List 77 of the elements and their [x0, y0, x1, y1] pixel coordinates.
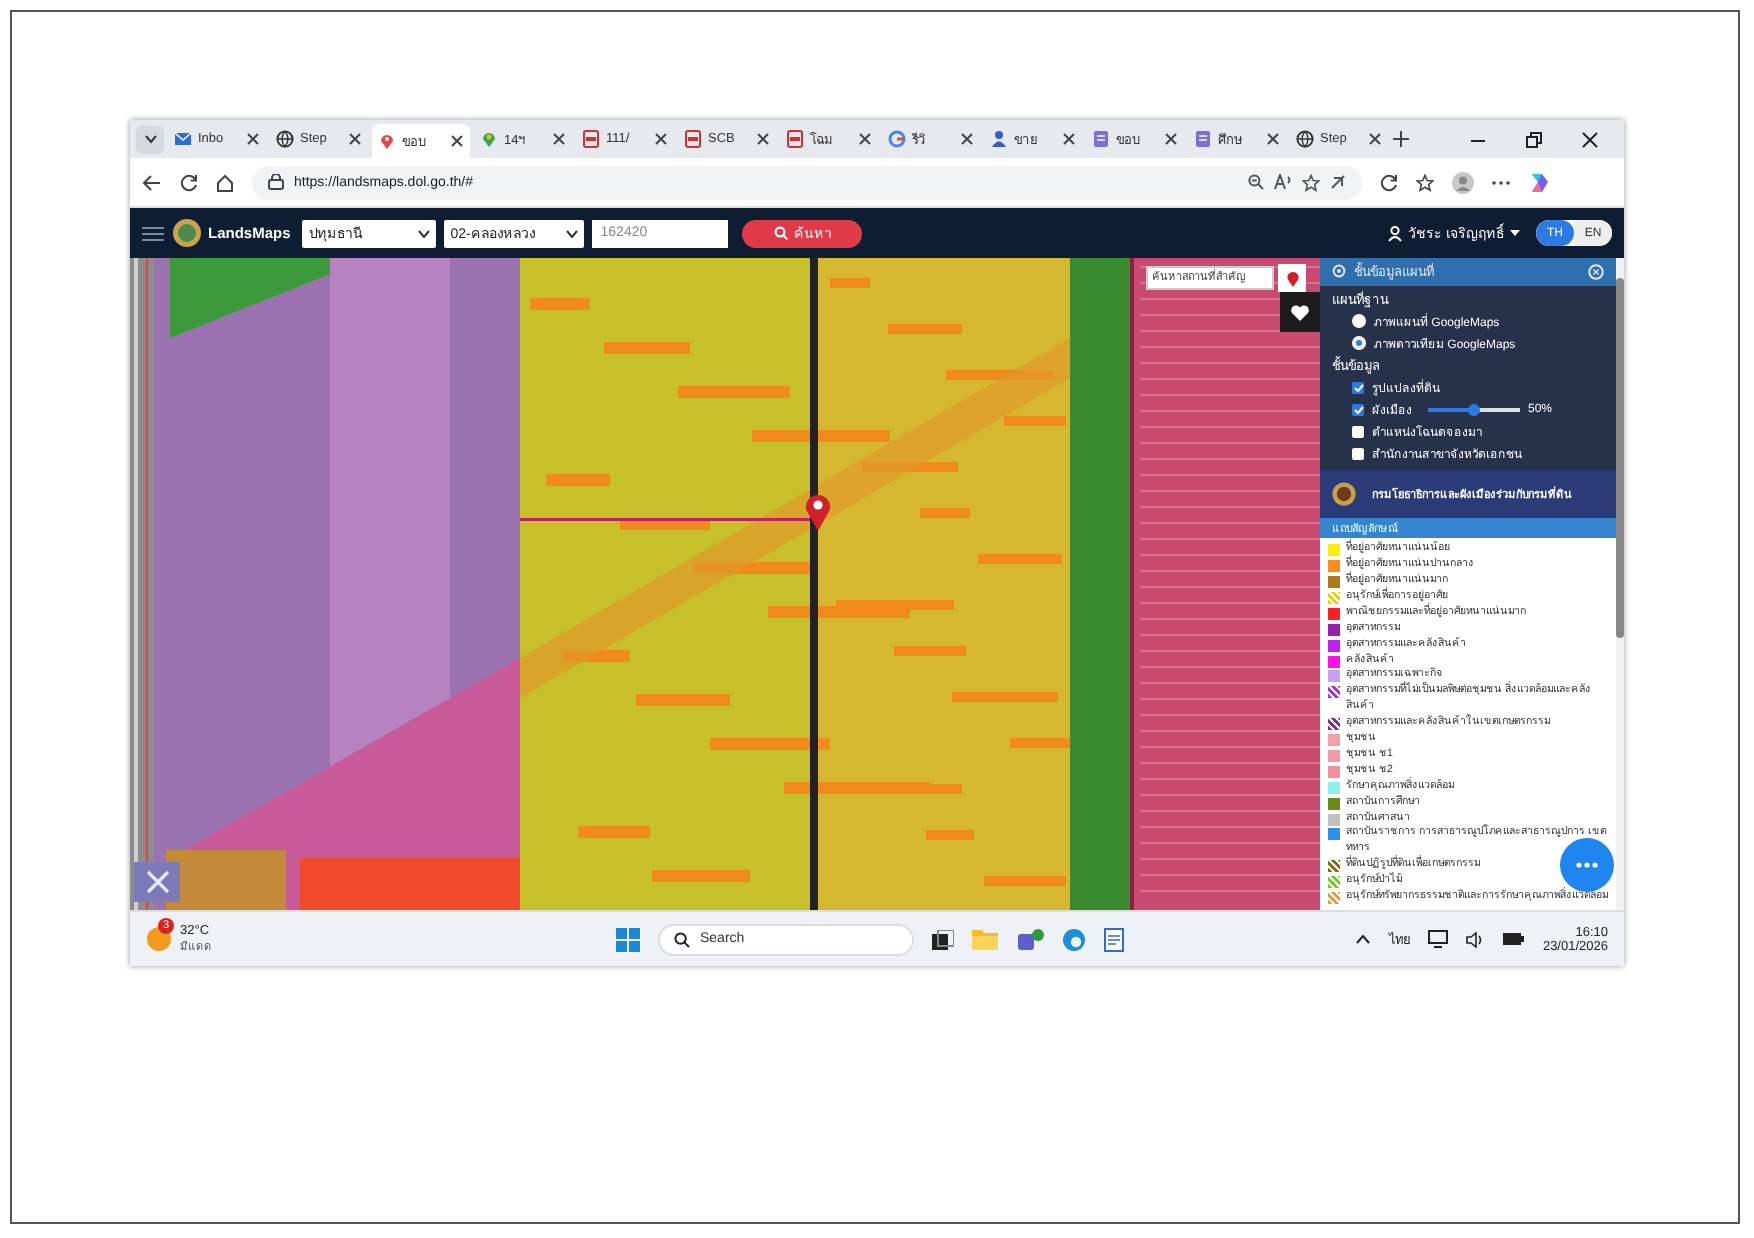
person-icon: [990, 130, 1008, 148]
monitor-icon[interactable]: [1428, 930, 1449, 948]
speaker-icon[interactable]: [1466, 931, 1485, 947]
checkbox[interactable]: [1352, 381, 1364, 394]
slider-thumb[interactable]: [1468, 403, 1480, 416]
close-icon[interactable]: [552, 132, 566, 146]
document-icon: [1092, 130, 1110, 148]
locate-button[interactable]: [1278, 264, 1306, 292]
site-info-icon: [268, 174, 284, 190]
plus-icon[interactable]: [1392, 130, 1410, 148]
browser-logo-icon[interactable]: [1062, 927, 1086, 951]
favorite-button[interactable]: [1280, 292, 1320, 332]
seal-logo-icon: [1332, 481, 1356, 506]
map-tools-button[interactable]: [134, 862, 180, 902]
close-icon[interactable]: [1266, 132, 1280, 146]
caret-down-icon: [566, 229, 579, 237]
chevron-up-icon[interactable]: [1356, 934, 1371, 944]
close-icon[interactable]: [960, 132, 974, 146]
favorites-icon[interactable]: [1416, 173, 1434, 191]
close-icon[interactable]: [450, 134, 464, 148]
map-pin-icon: [378, 132, 396, 150]
close-icon[interactable]: [348, 132, 362, 146]
refresh-icon[interactable]: [180, 173, 198, 191]
document-icon: [786, 130, 804, 148]
map-pin-icon: [804, 492, 832, 532]
radio-button[interactable]: [1352, 336, 1366, 351]
scrollbar[interactable]: [1616, 258, 1624, 910]
close-icon[interactable]: [756, 132, 770, 146]
heart-icon: [1290, 303, 1310, 321]
checkbox[interactable]: [1352, 403, 1364, 416]
profile-avatar-icon[interactable]: [1452, 171, 1474, 193]
document-icon: [684, 130, 702, 148]
search-icon: [674, 931, 690, 947]
globe-icon: [1296, 130, 1314, 148]
layers-icon: [1332, 264, 1346, 279]
refresh-icon[interactable]: [1380, 173, 1398, 191]
task-view-icon[interactable]: [932, 929, 954, 949]
close-icon[interactable]: [246, 132, 260, 146]
check-icon: [1353, 383, 1363, 392]
windows-start-icon[interactable]: [616, 927, 640, 951]
seal-logo-icon: [172, 218, 202, 248]
checkbox[interactable]: [1352, 425, 1364, 438]
close-icon[interactable]: [858, 132, 872, 146]
map-pin-icon: [480, 130, 498, 148]
menu-icon[interactable]: [142, 225, 164, 241]
notepad-icon[interactable]: [1104, 927, 1124, 951]
checkbox[interactable]: [1352, 447, 1364, 460]
tab-list-button[interactable]: [136, 125, 164, 153]
extension-icon[interactable]: [1330, 174, 1346, 190]
caret-down-icon: [1510, 230, 1520, 236]
globe-icon: [276, 130, 294, 148]
map-pin-icon: [1285, 269, 1299, 287]
opacity-slider[interactable]: [1428, 407, 1520, 412]
document-icon: [582, 130, 600, 148]
close-icon[interactable]: [1582, 131, 1598, 147]
home-icon[interactable]: [216, 173, 234, 191]
battery-icon[interactable]: [1502, 932, 1525, 946]
back-arrow-icon[interactable]: [142, 173, 162, 191]
caret-down-icon: [418, 229, 431, 237]
document-icon: [1194, 130, 1212, 148]
close-icon[interactable]: [1368, 132, 1382, 146]
more-dots-icon: [1576, 862, 1598, 868]
star-icon[interactable]: [1302, 173, 1320, 191]
close-icon[interactable]: [1164, 132, 1178, 146]
g-letter-icon: [888, 130, 906, 148]
chevron-down-icon: [143, 134, 157, 144]
read-aloud-icon[interactable]: [1274, 174, 1292, 190]
restore-icon[interactable]: [1526, 131, 1542, 147]
close-icon[interactable]: [1062, 132, 1076, 146]
zoom-icon[interactable]: [1248, 174, 1264, 190]
more-options-icon[interactable]: [1492, 179, 1510, 185]
check-icon: [1353, 405, 1363, 414]
envelope-icon: [174, 130, 192, 148]
close-icon[interactable]: [654, 132, 668, 146]
search-icon: [773, 226, 788, 240]
user-icon: [1388, 225, 1403, 241]
radio-button[interactable]: [1352, 314, 1366, 329]
